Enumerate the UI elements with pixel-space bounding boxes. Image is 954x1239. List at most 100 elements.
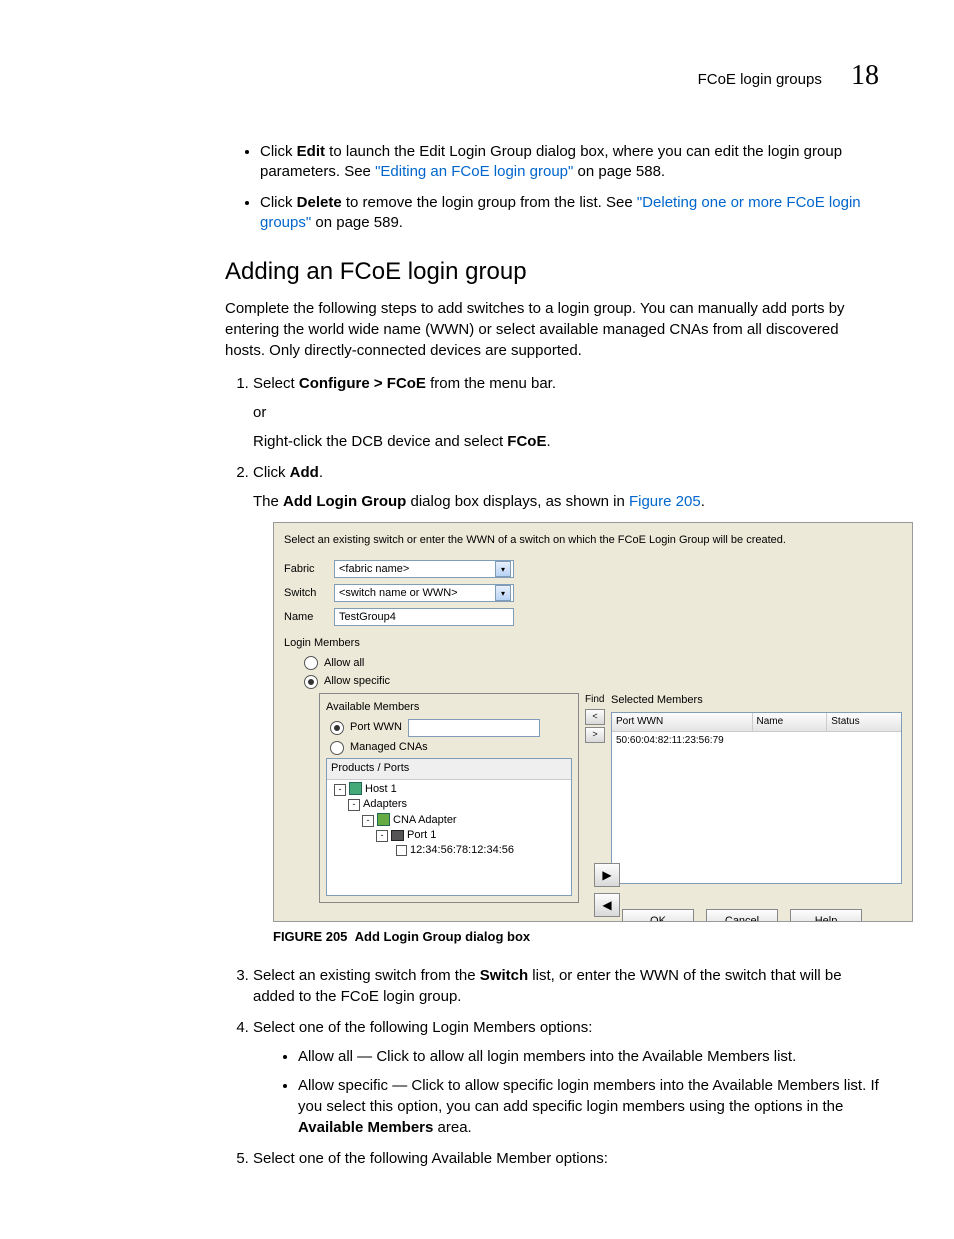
step-4-allow-specific: Allow specific — Click to allow specific… [298, 1075, 879, 1138]
port-icon [391, 830, 404, 841]
figure-caption: FIGURE 205 Add Login Group dialog box [273, 928, 879, 946]
port-wwn-radio[interactable]: Port WWN [330, 719, 572, 737]
section-heading: Adding an FCoE login group [225, 258, 879, 286]
col-port-wwn: Port WWN [612, 713, 753, 731]
ok-button[interactable]: OK [622, 909, 694, 921]
tree-node-wwn[interactable]: 12:34:56:78:12:34:56 [410, 844, 514, 856]
radio-icon [304, 656, 318, 670]
collapse-icon[interactable]: - [376, 830, 388, 842]
tree-node-port[interactable]: Port 1 [407, 829, 436, 841]
figure-label: FIGURE 205 [273, 929, 347, 944]
text: dialog box displays, as shown in [406, 493, 629, 510]
fabric-value: <fabric name> [339, 562, 409, 577]
name-input[interactable]: TestGroup4 [334, 608, 514, 626]
bold-text: Edit [297, 143, 325, 160]
collapse-icon[interactable]: - [348, 799, 360, 811]
port-wwn-input[interactable] [408, 719, 540, 737]
chapter-number: 18 [851, 60, 879, 91]
help-button[interactable]: Help [790, 909, 862, 921]
text: Click [253, 464, 290, 481]
available-members-panel: Available Members Port WWN Managed CNAs [319, 693, 579, 904]
table-row[interactable]: 50:60:04:82:11:23:56:79 [612, 732, 901, 750]
selected-column: Selected Members Port WWN Name Status 50… [611, 693, 902, 884]
collapse-icon[interactable]: - [334, 784, 346, 796]
link-editing-group[interactable]: "Editing an FCoE login group" [375, 163, 573, 180]
step-1: Select Configure > FCoE from the menu ba… [253, 373, 879, 452]
text: Allow specific — Click to allow specific… [298, 1077, 879, 1115]
col-name: Name [753, 713, 828, 731]
radio-label: Port WWN [350, 720, 402, 735]
col-status: Status [827, 713, 901, 731]
find-next-button[interactable]: > [585, 727, 605, 743]
text: on page 589. [311, 214, 403, 231]
login-members-label: Login Members [284, 636, 902, 651]
cancel-button[interactable]: Cancel [706, 909, 778, 921]
fabric-label: Fabric [284, 562, 334, 577]
allow-all-radio[interactable]: Allow all [304, 656, 902, 671]
find-prev-button[interactable]: < [585, 709, 605, 725]
available-members-title: Available Members [326, 700, 572, 715]
step-1-or: or [253, 402, 879, 423]
radio-icon [304, 675, 318, 689]
managed-cnas-radio[interactable]: Managed CNAs [330, 740, 572, 755]
fabric-dropdown[interactable]: <fabric name> ▾ [334, 560, 514, 578]
page-header: FCoE login groups 18 [75, 60, 879, 92]
figure-text: Add Login Group dialog box [355, 929, 530, 944]
add-login-group-dialog: Select an existing switch or enter the W… [273, 522, 913, 922]
name-value: TestGroup4 [339, 610, 396, 625]
text: area. [433, 1119, 471, 1136]
switch-dropdown[interactable]: <switch name or WWN> ▾ [334, 584, 514, 602]
text: Select an existing switch from the [253, 967, 480, 984]
bold-text: FCoE [507, 433, 546, 450]
text: Right-click the DCB device and select [253, 433, 507, 450]
switch-label: Switch [284, 586, 334, 601]
text: from the menu bar. [426, 375, 556, 392]
step-3: Select an existing switch from the Switc… [253, 965, 879, 1007]
tree-node-host[interactable]: Host 1 [365, 783, 397, 795]
text: Select one of the following Login Member… [253, 1019, 592, 1036]
chevron-down-icon: ▾ [495, 585, 511, 601]
bullet-edit: Click Edit to launch the Edit Login Grou… [260, 142, 879, 183]
wwn-icon [396, 845, 407, 856]
tree-header: Products / Ports [327, 759, 571, 779]
bold-text: Switch [480, 967, 528, 984]
add-member-button[interactable]: ▶ [594, 863, 620, 887]
step-5: Select one of the following Available Me… [253, 1148, 879, 1169]
name-label: Name [284, 610, 334, 625]
text: The [253, 493, 283, 510]
remove-member-button[interactable]: ◀ [594, 893, 620, 917]
text: . [546, 433, 550, 450]
selected-members-title: Selected Members [611, 693, 902, 708]
bullet-delete: Click Delete to remove the login group f… [260, 193, 879, 234]
switch-value: <switch name or WWN> [339, 586, 458, 601]
selected-members-table[interactable]: Port WWN Name Status 50:60:04:82:11:23:5… [611, 712, 902, 884]
radio-label: Allow all [324, 656, 364, 671]
find-column: Find < > [585, 693, 605, 743]
text: on page 588. [573, 163, 665, 180]
steps-list: Select Configure > FCoE from the menu ba… [225, 373, 879, 1169]
text: . [319, 464, 323, 481]
find-label: Find [585, 693, 605, 707]
radio-icon [330, 741, 344, 755]
text: Click [260, 194, 297, 211]
radio-label: Managed CNAs [350, 740, 428, 755]
collapse-icon[interactable]: - [362, 815, 374, 827]
available-tree[interactable]: Products / Ports -Host 1 -Adapters -CNA … [326, 758, 572, 896]
step-4-allow-all: Allow all — Click to allow all login mem… [298, 1046, 879, 1067]
tree-node-adapters[interactable]: Adapters [363, 798, 407, 810]
intro-bullet-list: Click Edit to launch the Edit Login Grou… [225, 142, 879, 233]
allow-specific-radio[interactable]: Allow specific [304, 674, 902, 689]
chevron-down-icon: ▾ [495, 561, 511, 577]
text: . [701, 493, 705, 510]
bold-text: Delete [297, 194, 342, 211]
section-intro: Complete the following steps to add swit… [225, 298, 879, 361]
dialog-instruction: Select an existing switch or enter the W… [284, 533, 902, 548]
radio-icon [330, 721, 344, 735]
step-2-sub: The Add Login Group dialog box displays,… [253, 491, 879, 512]
bold-text: Add [290, 464, 319, 481]
adapter-icon [377, 813, 390, 826]
step-4: Select one of the following Login Member… [253, 1017, 879, 1138]
tree-node-cna[interactable]: CNA Adapter [393, 814, 457, 826]
link-figure-205[interactable]: Figure 205 [629, 493, 701, 510]
header-title: FCoE login groups [698, 71, 822, 88]
